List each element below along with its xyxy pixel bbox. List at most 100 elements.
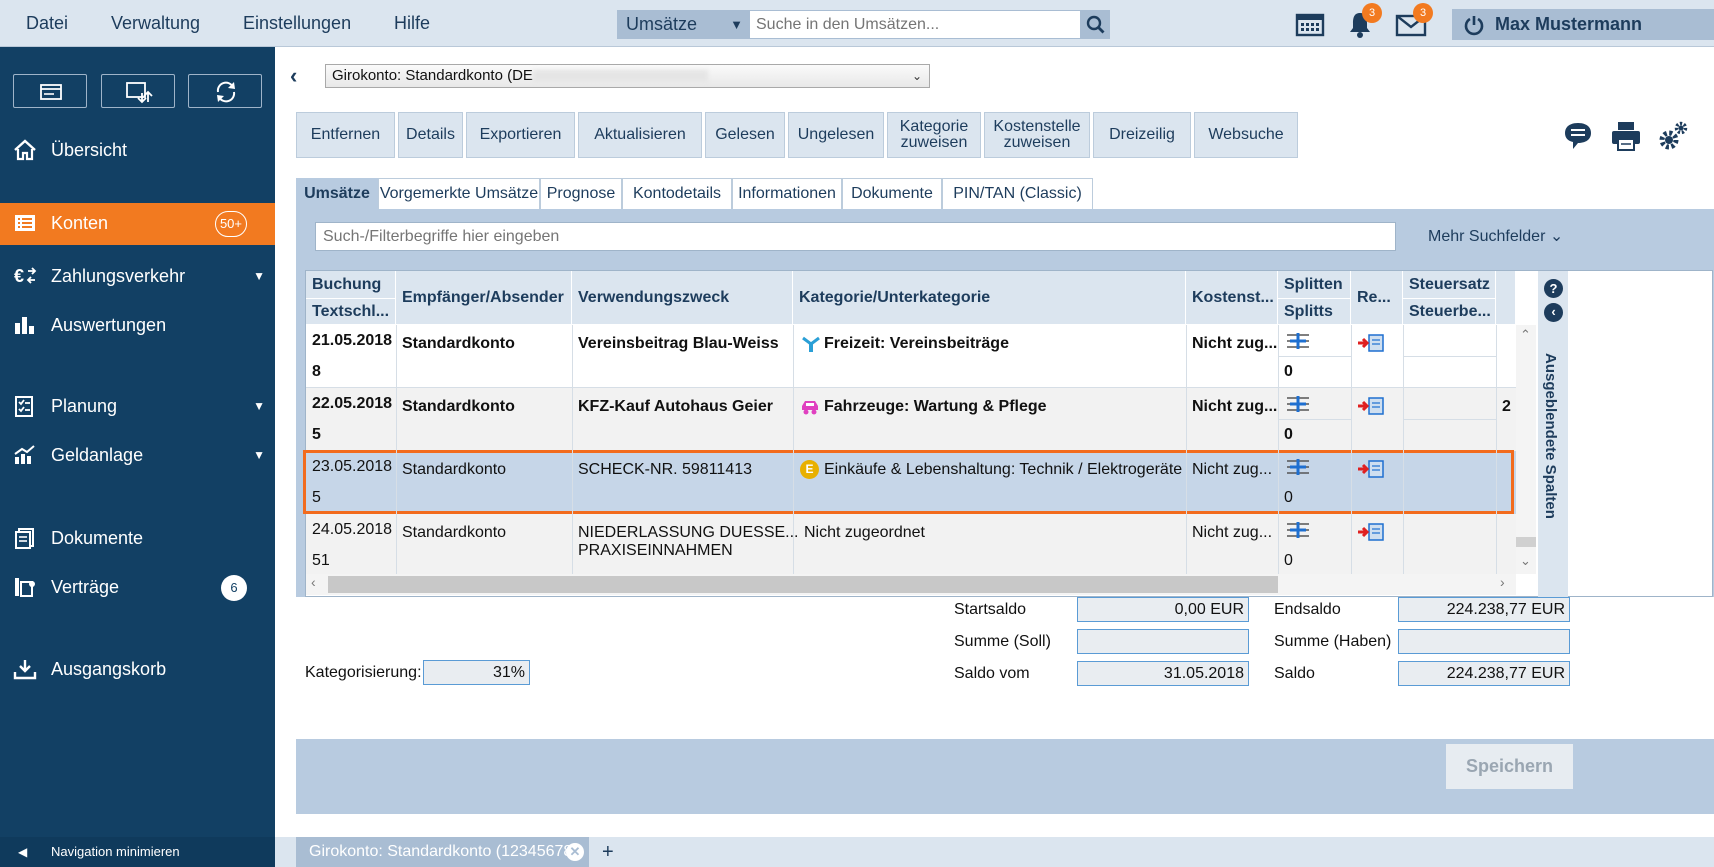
sidebar-item-label: Zahlungsverkehr xyxy=(51,266,186,286)
scroll-right-icon[interactable]: › xyxy=(1500,574,1505,590)
sidebar-item-vertraege[interactable]: Verträge 6 xyxy=(0,567,275,607)
tab-dokumente[interactable]: Dokumente xyxy=(842,178,942,209)
split-icon[interactable] xyxy=(1285,331,1311,351)
sidebar-item-planung[interactable]: Planung ▼ xyxy=(0,386,275,426)
table-row[interactable]: 24.05.2018 51 Standardkonto NIEDERLASSUN… xyxy=(306,514,1516,577)
row-party: Standardkonto xyxy=(402,398,515,415)
tab-kontodetails[interactable]: Kontodetails xyxy=(622,178,732,209)
sidebar-tool-transfer[interactable] xyxy=(101,74,175,108)
filter-input[interactable] xyxy=(315,222,1396,251)
sidebar-tool-refresh[interactable] xyxy=(188,74,262,108)
split-icon[interactable] xyxy=(1285,394,1311,414)
outbox-icon xyxy=(13,660,37,680)
sidebar-item-konten[interactable]: Konten 50+ xyxy=(0,203,275,245)
account-select[interactable]: Girokonto: Standardkonto (DE ⌄ xyxy=(325,64,930,88)
search-scope-select[interactable]: Umsätze ▼ xyxy=(617,10,749,39)
column-header-buchung[interactable]: Buchung xyxy=(306,271,396,299)
invoice-icon[interactable] xyxy=(1357,333,1385,353)
categorization-value: 31% xyxy=(423,660,530,685)
menu-hilfe[interactable]: Hilfe xyxy=(394,0,430,47)
mark-read-button[interactable]: Gelesen xyxy=(705,112,785,158)
three-line-view-button[interactable]: Dreizeilig xyxy=(1093,112,1191,158)
scroll-left-icon[interactable]: ‹ xyxy=(311,574,316,590)
column-header-kategorie[interactable]: Kategorie/Unterkategorie xyxy=(793,271,1186,325)
settings-gear-icon[interactable] xyxy=(1656,119,1690,153)
sidebar-item-zahlungsverkehr[interactable]: € Zahlungsverkehr ▼ xyxy=(0,256,275,296)
document-tab-girokonto[interactable]: Girokonto: Standardkonto (12345678) ✕ xyxy=(296,837,589,867)
tab-vorgemerkte-umsaetze[interactable]: Vorgemerkte Umsätze xyxy=(378,178,540,209)
menu-datei[interactable]: Datei xyxy=(26,0,68,47)
sidebar-item-geldanlage[interactable]: Geldanlage ▼ xyxy=(0,435,275,475)
help-icon[interactable]: ? xyxy=(1544,279,1563,298)
tab-pin-tan[interactable]: PIN/TAN (Classic) xyxy=(942,178,1093,209)
search-button[interactable] xyxy=(1081,10,1110,39)
menu-einstellungen[interactable]: Einstellungen xyxy=(243,0,351,47)
hidden-columns-panel[interactable]: ? ‹ Ausgeblendete Spalten xyxy=(1538,271,1568,598)
horizontal-scrollbar-thumb[interactable] xyxy=(328,576,1278,593)
vertraege-count-badge: 6 xyxy=(221,575,247,601)
invoice-icon[interactable] xyxy=(1357,522,1385,542)
invoice-icon[interactable] xyxy=(1357,396,1385,416)
sidebar-item-dokumente[interactable]: Dokumente xyxy=(0,518,275,558)
tab-umsaetze[interactable]: Umsätze xyxy=(296,178,378,209)
details-button[interactable]: Details xyxy=(398,112,463,158)
back-arrow-icon[interactable]: ‹ xyxy=(290,63,297,89)
scroll-up-icon[interactable]: ⌃ xyxy=(1520,327,1531,343)
export-button[interactable]: Exportieren xyxy=(466,112,575,158)
close-icon[interactable]: ✕ xyxy=(566,843,584,861)
mark-unread-button[interactable]: Ungelesen xyxy=(788,112,884,158)
horizontal-scrollbar[interactable]: ‹ › xyxy=(306,574,1516,595)
assign-category-button[interactable]: Kategorie zuweisen xyxy=(887,112,981,158)
chevron-left-icon[interactable]: ‹ xyxy=(1544,303,1563,322)
sidebar-item-label: Dokumente xyxy=(51,528,144,548)
table-row[interactable]: 22.05.2018 5 Standardkonto KFZ-Kauf Auto… xyxy=(306,388,1516,451)
row-category: Nicht zugeordnet xyxy=(804,524,925,541)
sidebar-item-auswertungen[interactable]: Auswertungen xyxy=(0,305,275,345)
row-category: Fahrzeuge: Wartung & Pflege xyxy=(824,398,1047,415)
tab-informationen[interactable]: Informationen xyxy=(732,178,842,209)
sidebar-item-label: Auswertungen xyxy=(51,315,167,335)
vertical-scrollbar[interactable]: ⌃ ⌄ xyxy=(1516,325,1536,574)
refresh-button[interactable]: Aktualisieren xyxy=(578,112,702,158)
column-header-splitts[interactable]: Splitts xyxy=(1278,299,1351,325)
endsaldo-value: 224.238,77 EUR xyxy=(1398,597,1570,622)
chat-bubble-icon[interactable] xyxy=(1561,119,1595,153)
chevron-down-icon: ▼ xyxy=(253,399,265,413)
card-icon xyxy=(40,84,62,100)
navigation-minimize-button[interactable]: ◀ Navigation minimieren xyxy=(0,837,275,867)
menu-verwaltung[interactable]: Verwaltung xyxy=(111,0,200,47)
tab-prognose[interactable]: Prognose xyxy=(540,178,622,209)
scroll-down-icon[interactable]: ⌄ xyxy=(1520,553,1531,569)
row-splits-count: 0 xyxy=(1284,426,1293,443)
sidebar-item-uebersicht[interactable]: Übersicht xyxy=(0,130,275,170)
calendar-icon[interactable] xyxy=(1294,9,1326,39)
sidebar-item-ausgangskorb[interactable]: Ausgangskorb xyxy=(0,649,275,689)
add-tab-button[interactable]: + xyxy=(602,837,614,867)
column-header-splitten[interactable]: Splitten xyxy=(1278,271,1351,299)
user-menu-button[interactable]: Max Mustermann xyxy=(1452,9,1714,40)
remove-button[interactable]: Entfernen xyxy=(296,112,395,158)
sidebar-tool-cards[interactable] xyxy=(13,74,87,108)
web-search-button[interactable]: Websuche xyxy=(1194,112,1298,158)
transactions-table: Buchung Textschl... Empfänger/Absender V… xyxy=(303,270,1713,598)
more-search-fields-toggle[interactable]: Mehr Suchfelder ⌄ xyxy=(1428,226,1563,246)
column-header-verwendungszweck[interactable]: Verwendungszweck xyxy=(572,271,793,325)
split-icon[interactable] xyxy=(1285,520,1311,540)
sidebar-item-label: Ausgangskorb xyxy=(51,659,167,679)
row-splits-count: 0 xyxy=(1284,363,1293,380)
print-icon[interactable] xyxy=(1609,119,1643,153)
search-input[interactable] xyxy=(749,10,1081,39)
column-header-steuerbetrag[interactable]: Steuerbe... xyxy=(1403,299,1496,325)
table-row[interactable]: 21.05.2018 8 Standardkonto Vereinsbeitra… xyxy=(306,325,1516,388)
home-icon xyxy=(14,139,36,161)
summe-soll-value xyxy=(1077,629,1249,654)
vertical-scrollbar-thumb[interactable] xyxy=(1516,537,1536,547)
column-header-steuersatz[interactable]: Steuersatz xyxy=(1403,271,1496,299)
column-header-textschluessel[interactable]: Textschl... xyxy=(306,299,396,325)
column-header-empfaenger[interactable]: Empfänger/Absender xyxy=(396,271,572,325)
save-button[interactable]: Speichern xyxy=(1446,744,1573,789)
column-header-rechnung[interactable]: Re... xyxy=(1351,271,1403,325)
assign-cost-center-button[interactable]: Kostenstelle zuweisen xyxy=(984,112,1090,158)
startsaldo-value: 0,00 EUR xyxy=(1077,597,1249,622)
column-header-kostenstelle[interactable]: Kostenst... xyxy=(1186,271,1278,325)
